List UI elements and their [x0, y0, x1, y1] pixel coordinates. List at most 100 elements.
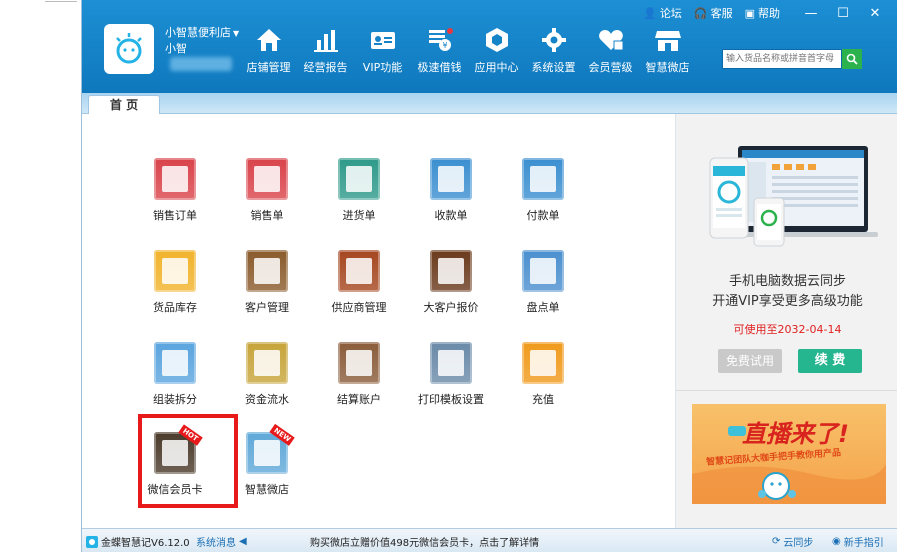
sales-sheet-icon: [246, 158, 288, 200]
function-grid: 销售订单 销售单 进货单 收款单 付款单货品库存 客户管理 供应商管理 大客户报价 盘点单组装拆…: [82, 114, 675, 528]
system-messages-link[interactable]: 系统消息 ◀: [196, 534, 247, 549]
nav-system-settings[interactable]: 系统设置: [525, 27, 582, 75]
vip-card-icon: [370, 32, 395, 49]
user-name: 小智: [165, 42, 187, 55]
headset-icon: 🎧: [693, 6, 708, 20]
grid-item-printer[interactable]: 打印模板设置: [412, 342, 490, 407]
grid-item-purchase-sheet[interactable]: 进货单: [320, 158, 398, 223]
icon-inner: [346, 258, 372, 284]
svg-text:¥: ¥: [442, 41, 447, 50]
grid-item-label: 充值: [532, 393, 554, 406]
forum-link[interactable]: 👤 论坛: [643, 5, 682, 21]
store-icon: [654, 31, 681, 51]
status-bar: 金蝶智慧记V6.12.0 系统消息 ◀ 购买微店立赠价值498元微信会员卡，点击…: [82, 528, 897, 552]
nav-shop-management[interactable]: 店铺管理: [240, 27, 297, 75]
grid-item-receipt[interactable]: 收款单: [412, 158, 490, 223]
icon-inner: [254, 166, 280, 192]
shop-selector[interactable]: 小智慧便利店 ▼ 小智: [165, 25, 239, 56]
nav-label: 极速借钱: [417, 61, 462, 74]
search-icon: [846, 53, 858, 65]
blurred-account-info: [170, 57, 232, 71]
purchase-sheet-icon: [338, 158, 380, 200]
icon-inner: [530, 166, 556, 192]
icon-inner: [346, 166, 372, 192]
grid-item-micro-store[interactable]: NEW 智慧微店: [228, 423, 306, 497]
tab-home[interactable]: 首 页: [88, 95, 160, 115]
inventory-icon: [154, 250, 196, 292]
grid-item-label: 进货单: [342, 209, 376, 222]
window-bar: 👤 论坛 🎧 客服 ▣ 帮助 — ☐ ✕: [631, 5, 888, 21]
icon-inner: [530, 350, 556, 376]
grid-item-label: 销售订单: [153, 209, 197, 222]
free-trial-button[interactable]: 免费试用: [718, 349, 782, 373]
loan-icon: ¥: [428, 28, 453, 51]
promo-ticker[interactable]: 购买微店立赠价值498元微信会员卡，点击了解详情: [310, 534, 539, 549]
nav-label: 会员营级: [588, 61, 633, 74]
nav-vip[interactable]: VIP功能: [354, 27, 411, 75]
grid-item-account[interactable]: 结算账户: [320, 342, 398, 407]
grid-item-customer[interactable]: 客户管理: [228, 250, 306, 315]
receipt-icon: [430, 158, 472, 200]
search-input[interactable]: [722, 49, 842, 69]
gear-icon: [541, 28, 566, 52]
grid-item-label: 销售单: [250, 209, 284, 222]
main-nav: 店铺管理 经营报告 VIP功能 ¥ 极速借钱 应用中心 系统设置 会员营级 智慧…: [240, 27, 696, 75]
app-version: 金蝶智慧记V6.12.0: [86, 534, 190, 549]
grid-item-assembly[interactable]: 组装拆分: [136, 342, 214, 407]
help-link[interactable]: ▣ 帮助: [745, 5, 780, 21]
nav-label: VIP功能: [362, 61, 403, 74]
user-icon: 👤: [643, 6, 657, 20]
grid-item-sales-sheet[interactable]: 销售单: [228, 158, 306, 223]
nav-label: 智慧微店: [645, 61, 690, 74]
heart-icon: [598, 30, 623, 51]
printer-icon: [430, 342, 472, 384]
icon-inner: [346, 350, 372, 376]
grid-item-recharge[interactable]: 充值: [504, 342, 582, 407]
search-button[interactable]: [842, 49, 862, 69]
beginner-guide-button[interactable]: ◉ 新手指引: [832, 534, 884, 549]
grid-item-inventory[interactable]: 货品库存: [136, 250, 214, 315]
grid-item-stocktake[interactable]: 盘点单: [504, 250, 582, 315]
live-stream-banner[interactable]: 直播来了! 智慧记团队大咖手把手教你用产品: [692, 404, 886, 504]
cloud-sync-button[interactable]: ⟳ 云同步: [772, 534, 813, 549]
bulb-logo-icon: [116, 33, 142, 64]
quote-icon: [430, 250, 472, 292]
promo-panel: 手机电脑数据云同步 开通VIP享受更多高级功能 可使用至2032-04-14 免…: [675, 114, 897, 528]
sync-icon: ⟳: [772, 536, 781, 547]
divider: [676, 390, 897, 391]
nav-business-report[interactable]: 经营报告: [297, 27, 354, 75]
desktop-line: [45, 1, 77, 2]
grid-item-payment[interactable]: 付款单: [504, 158, 582, 223]
grid-item-label: 组装拆分: [153, 393, 197, 406]
nav-app-center[interactable]: 应用中心: [468, 27, 525, 75]
nav-quick-loan[interactable]: ¥ 极速借钱: [411, 27, 468, 75]
grid-item-supplier[interactable]: 供应商管理: [320, 250, 398, 315]
grid-item-sales-order[interactable]: 销售订单: [136, 158, 214, 223]
bar-chart-icon: [313, 30, 338, 52]
stocktake-icon: [522, 250, 564, 292]
banner-headline: 直播来了!: [742, 420, 849, 448]
app-center-icon: [485, 28, 508, 52]
close-button[interactable]: ✕: [862, 6, 888, 21]
maximize-button[interactable]: ☐: [830, 6, 856, 21]
dropdown-caret-icon: ▼: [233, 29, 240, 38]
search-box: [722, 49, 862, 69]
grid-item-label: 资金流水: [245, 393, 289, 406]
cash-flow-icon: [246, 342, 288, 384]
grid-item-quote[interactable]: 大客户报价: [412, 250, 490, 315]
grid-item-label: 付款单: [526, 209, 560, 222]
renew-button[interactable]: 续 费: [798, 349, 862, 373]
speaker-icon: ◀: [239, 536, 247, 547]
icon-inner: [162, 166, 188, 192]
grid-item-label: 结算账户: [337, 393, 381, 406]
nav-member-level[interactable]: 会员营级: [582, 27, 639, 75]
grid-item-cash-flow[interactable]: 资金流水: [228, 342, 306, 407]
support-link[interactable]: 🎧 客服: [694, 5, 733, 21]
recharge-icon: [522, 342, 564, 384]
icon-inner: [254, 350, 280, 376]
promo-line-2: 开通VIP享受更多高级功能: [712, 294, 863, 309]
devices-illustration: [709, 146, 878, 247]
nav-smart-store[interactable]: 智慧微店: [639, 27, 696, 75]
icon-inner: [438, 350, 464, 376]
minimize-button[interactable]: —: [798, 6, 824, 21]
